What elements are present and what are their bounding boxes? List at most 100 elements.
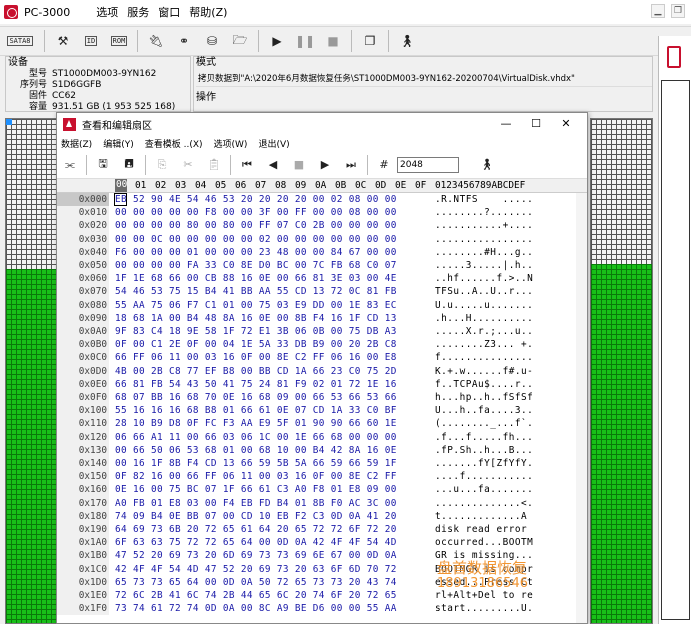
- save-icon[interactable]: 🖫︎: [93, 155, 113, 175]
- hex-row-bytes[interactable]: A0 FB 01 E8 03 00 F4 EB FD B4 01 8B F0 A…: [115, 497, 397, 510]
- hex-row-bytes[interactable]: 68 07 BB 16 68 70 0E 16 68 09 00 66 53 6…: [115, 391, 397, 404]
- hex-row-bytes[interactable]: 1F 1E 68 66 00 CB 88 16 0E 00 66 81 3E 0…: [115, 272, 397, 285]
- hex-row-ascii[interactable]: occurred...BOOTM: [435, 536, 533, 549]
- hex-row-ascii[interactable]: disk read error: [435, 523, 533, 536]
- minimize-button[interactable]: ▁: [651, 4, 665, 18]
- hex-row[interactable]: 0x010 00 00 00 00 00 F8 00 00 3F 00 FF 00…: [57, 206, 587, 220]
- hex-row-ascii[interactable]: f..TCPAu$....r..: [435, 378, 533, 391]
- hex-row[interactable]: 0x070 54 46 53 75 15 B4 41 BB AA 55 CD 13…: [57, 285, 587, 299]
- hex-row[interactable]: 0x090 18 68 1A 00 B4 48 8A 16 0E 00 8B F4…: [57, 311, 587, 325]
- hex-row[interactable]: 0x030 00 00 0C 00 00 00 00 00 02 00 00 00…: [57, 232, 587, 246]
- hex-row-ascii[interactable]: TFSu..A..U..r...: [435, 285, 533, 298]
- play-icon[interactable]: ▶: [266, 30, 288, 52]
- hex-row-bytes[interactable]: 47 52 20 69 73 20 6D 69 73 73 69 6E 67 0…: [115, 549, 397, 562]
- hex-row[interactable]: 0x0B0 0F 00 C1 2E 0F 00 04 1E 5A 33 DB B9…: [57, 338, 587, 352]
- hex-row[interactable]: 0x0C0 66 FF 06 11 00 03 16 0F 00 8E C2 FF…: [57, 351, 587, 365]
- maximize-button[interactable]: ❐: [671, 4, 685, 18]
- hex-row[interactable]: 0x160 0E 16 00 75 BC 07 1F 66 61 C3 A0 F8…: [57, 483, 587, 497]
- hex-row-bytes[interactable]: F6 00 00 00 01 00 00 00 23 48 00 00 84 6…: [115, 246, 397, 259]
- hex-row-ascii[interactable]: start.........U.: [435, 602, 533, 615]
- last-sector-icon[interactable]: ⏭: [341, 155, 361, 175]
- hex-row-ascii[interactable]: .f...f.....fh...: [435, 431, 533, 444]
- dialog-menu-exit[interactable]: 退出(V): [258, 137, 289, 150]
- hex-row[interactable]: 0x0D0 4B 00 2B C8 77 EF B8 00 BB CD 1A 66…: [57, 364, 587, 378]
- hex-row-ascii[interactable]: .....3.....|.h..: [435, 259, 533, 272]
- hex-row-bytes[interactable]: 42 4F 4F 54 4D 47 52 20 69 73 20 63 6F 6…: [115, 563, 397, 576]
- exit-dialog-icon[interactable]: 🚶︎: [477, 155, 497, 175]
- menu-help[interactable]: 帮助(Z): [189, 4, 227, 20]
- hex-row[interactable]: 0x000 EB 52 90 4E 54 46 53 20 20 20 20 00…: [57, 193, 587, 207]
- hex-row[interactable]: 0x140 00 16 1F 8B F4 CD 13 66 59 5B 5A 66…: [57, 457, 587, 471]
- copy-icon[interactable]: ❐: [359, 30, 381, 52]
- hex-row-ascii[interactable]: U.u.....u.......: [435, 299, 533, 312]
- hex-row[interactable]: 0x0A0 9F 83 C4 18 9E 58 1F 72 E1 3B 06 0B…: [57, 325, 587, 339]
- hex-row-bytes[interactable]: 06 66 A1 11 00 66 03 06 1C 00 1E 66 68 0…: [115, 431, 397, 444]
- hex-row-ascii[interactable]: ...........+....: [435, 219, 533, 232]
- hex-row[interactable]: 0x110 28 10 B9 D8 0F FC F3 AA E9 5F 01 90…: [57, 417, 587, 431]
- hex-row[interactable]: 0x1A0 6F 63 63 75 72 72 65 64 00 0D 0A 42…: [57, 536, 587, 550]
- stop-icon[interactable]: ■: [289, 155, 309, 175]
- menu-window[interactable]: 窗口: [158, 4, 180, 20]
- hex-row-bytes[interactable]: 66 FF 06 11 00 03 16 0F 00 8E C2 FF 06 1…: [115, 351, 397, 364]
- previous-sector-icon[interactable]: ◀: [263, 155, 283, 175]
- exit-icon[interactable]: 🚶︎: [396, 30, 418, 52]
- menu-service[interactable]: 服务: [127, 4, 149, 20]
- hex-row[interactable]: 0x190 64 69 73 6B 20 72 65 61 64 20 65 72…: [57, 523, 587, 537]
- hex-row-bytes[interactable]: 00 66 50 06 53 68 01 00 68 10 00 B4 42 8…: [115, 444, 397, 457]
- hex-row[interactable]: 0x0E0 66 81 FB 54 43 50 41 75 24 81 F9 02…: [57, 377, 587, 391]
- hex-row-bytes[interactable]: 66 81 FB 54 43 50 41 75 24 81 F9 02 01 7…: [115, 378, 397, 391]
- dialog-close-button[interactable]: ✕: [551, 116, 581, 132]
- dialog-menu-edit[interactable]: 编辑(Y): [103, 137, 134, 150]
- hex-row-ascii[interactable]: .fP.Sh..h...B...: [435, 444, 533, 457]
- plug-icon[interactable]: 🔌︎: [145, 30, 167, 52]
- hex-row[interactable]: 0x080 55 AA 75 06 F7 C1 01 00 75 03 E9 DD…: [57, 298, 587, 312]
- hex-row-ascii[interactable]: ........?.......: [435, 206, 533, 219]
- hex-row-bytes[interactable]: 55 AA 75 06 F7 C1 01 00 75 03 E9 DD 00 1…: [115, 299, 397, 312]
- stop-icon[interactable]: ■: [322, 30, 344, 52]
- hex-row[interactable]: 0x050 00 00 00 00 FA 33 C0 8E D0 BC 00 7C…: [57, 259, 587, 273]
- hex-row-bytes[interactable]: 74 09 B4 0E BB 07 00 CD 10 EB F2 C3 0D 0…: [115, 510, 397, 523]
- hex-row-ascii[interactable]: f...............: [435, 351, 533, 364]
- save-as-icon[interactable]: 🖪︎: [119, 155, 139, 175]
- hex-row-ascii[interactable]: ................: [435, 233, 533, 246]
- hex-row-bytes[interactable]: 65 73 73 65 64 00 0D 0A 50 72 65 73 73 2…: [115, 576, 397, 589]
- hex-row-ascii[interactable]: ..............<.: [435, 497, 533, 510]
- sector-number-input[interactable]: [397, 156, 459, 173]
- hex-row-bytes[interactable]: 00 16 1F 8B F4 CD 13 66 59 5B 5A 66 59 6…: [115, 457, 397, 470]
- hex-row-ascii[interactable]: K.+.w......f#.u-: [435, 365, 533, 378]
- hex-row-ascii[interactable]: .....X.r.;...u..: [435, 325, 533, 338]
- hex-row-bytes[interactable]: 4B 00 2B C8 77 EF B8 00 BB CD 1A 66 23 C…: [115, 365, 397, 378]
- hex-row-bytes[interactable]: EB 52 90 4E 54 46 53 20 20 20 20 00 02 0…: [115, 193, 397, 206]
- hex-row[interactable]: 0x130 00 66 50 06 53 68 01 00 68 10 00 B4…: [57, 443, 587, 457]
- first-sector-icon[interactable]: ⏮: [237, 155, 257, 175]
- hex-row[interactable]: 0x020 00 00 00 00 80 00 80 00 FF 07 C0 2B…: [57, 219, 587, 233]
- hex-row[interactable]: 0x060 1F 1E 68 66 00 CB 88 16 0E 00 66 81…: [57, 272, 587, 286]
- hex-row-ascii[interactable]: ........#H...g..: [435, 246, 533, 259]
- sata-port-button[interactable]: SATA8: [3, 30, 37, 52]
- next-sector-icon[interactable]: ▶: [315, 155, 335, 175]
- hex-row[interactable]: 0x120 06 66 A1 11 00 66 03 06 1C 00 1E 66…: [57, 430, 587, 444]
- hex-row-ascii[interactable]: ........Z3... +.: [435, 338, 533, 351]
- hex-row-bytes[interactable]: 00 00 00 00 80 00 80 00 FF 07 C0 2B 00 0…: [115, 219, 397, 232]
- hex-row-bytes[interactable]: 73 74 61 72 74 0D 0A 00 8C A9 BE D6 00 0…: [115, 602, 397, 615]
- hex-row-bytes[interactable]: 54 46 53 75 15 B4 41 BB AA 55 CD 13 72 0…: [115, 285, 397, 298]
- dialog-menu-options[interactable]: 选项(W): [214, 137, 248, 150]
- hex-row-ascii[interactable]: (........_...f`.: [435, 417, 533, 430]
- hex-row-bytes[interactable]: 0E 16 00 75 BC 07 1F 66 61 C3 A0 F8 01 E…: [115, 483, 397, 496]
- hex-row-bytes[interactable]: 00 00 00 00 00 F8 00 00 3F 00 FF 00 00 0…: [115, 206, 397, 219]
- hex-row-ascii[interactable]: U...h..fa....3..: [435, 404, 533, 417]
- pause-icon[interactable]: ❚❚: [294, 30, 316, 52]
- hex-row-bytes[interactable]: 0F 00 C1 2E 0F 00 04 1E 5A 33 DB B9 00 2…: [115, 338, 397, 351]
- dialog-minimize-button[interactable]: —: [491, 116, 521, 132]
- hex-vertical-scrollbar[interactable]: [576, 193, 587, 623]
- hex-row-bytes[interactable]: 28 10 B9 D8 0F FC F3 AA E9 5F 01 90 90 6…: [115, 417, 397, 430]
- hex-row-bytes[interactable]: 00 00 0C 00 00 00 00 00 02 00 00 00 00 0…: [115, 233, 397, 246]
- hex-row[interactable]: 0x040 F6 00 00 00 01 00 00 00 23 48 00 00…: [57, 245, 587, 259]
- copy-icon[interactable]: ⎘: [152, 155, 172, 175]
- hex-row[interactable]: 0x170 A0 FB 01 E8 03 00 F4 EB FD B4 01 8B…: [57, 496, 587, 510]
- hex-row-bytes[interactable]: 72 6C 2B 41 6C 74 2B 44 65 6C 20 74 6F 2…: [115, 589, 397, 602]
- disk-icon[interactable]: ⛁: [201, 30, 223, 52]
- hex-row-ascii[interactable]: ..hf......f.>..N: [435, 272, 533, 285]
- folder-icon[interactable]: 🗁︎: [229, 30, 251, 52]
- dialog-menu-data[interactable]: 数据(Z): [61, 137, 92, 150]
